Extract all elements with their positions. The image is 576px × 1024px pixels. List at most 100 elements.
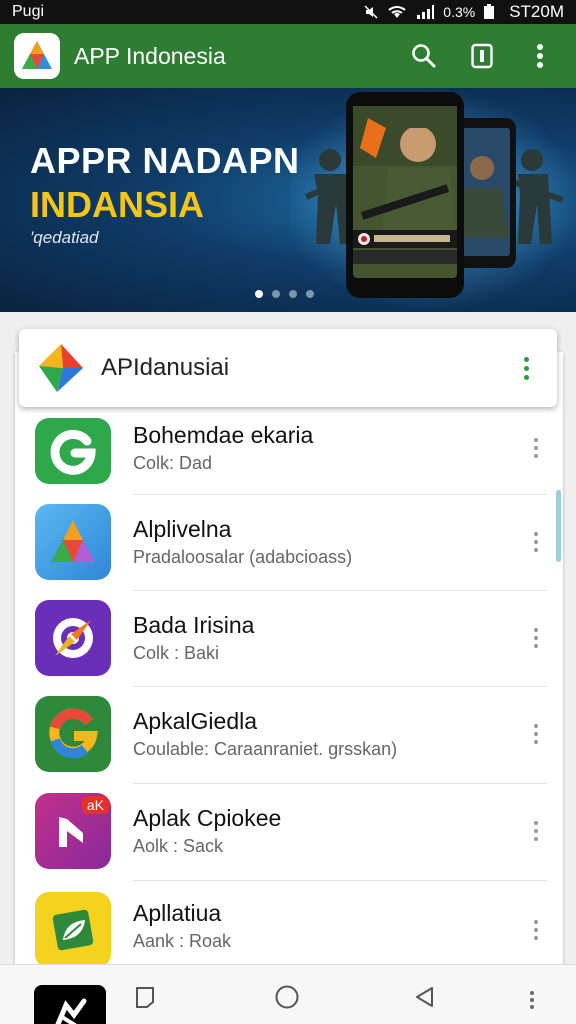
- menu-dot: [534, 936, 538, 940]
- menu-dot: [523, 365, 529, 371]
- featured-card[interactable]: APIdanusiai: [19, 329, 557, 407]
- nav-more-icon[interactable]: [530, 991, 534, 1009]
- app-logo-icon: [14, 33, 60, 79]
- menu-dot: [534, 446, 538, 450]
- leaf-card-icon: [35, 892, 111, 968]
- item-menu-button[interactable]: [521, 821, 551, 841]
- app-name: Aplak Cpiokee: [133, 805, 282, 831]
- bookmark-button[interactable]: [460, 34, 504, 78]
- menu-dot: [530, 991, 534, 995]
- g-logo-color-icon: [35, 696, 111, 772]
- banner-subtitle: 'qedatiad: [30, 228, 99, 247]
- featured-card-menu[interactable]: [511, 348, 541, 388]
- recents-button[interactable]: [131, 983, 159, 1011]
- app-name: Bada Irisina: [133, 612, 255, 638]
- menu-dot: [534, 829, 538, 833]
- menu-dot: [534, 548, 538, 552]
- status-left-text: Pugi: [12, 3, 45, 20]
- app-subtitle: Colk : Baki: [133, 643, 220, 663]
- badge: aK: [81, 796, 109, 814]
- home-button[interactable]: [273, 983, 301, 1011]
- banner-title-line1: APPR NADAPN: [30, 140, 300, 181]
- prism-logo-icon: [39, 344, 83, 392]
- app-subtitle: Aolk : Sack: [133, 836, 224, 856]
- battery-percent: 0.3%: [443, 4, 476, 20]
- list-item-texts: Bada Irisina Colk : Baki: [133, 610, 521, 666]
- status-icons: 0.3% ST20M: [363, 2, 564, 22]
- app-shortcut-icon[interactable]: [34, 985, 106, 1024]
- app-name: Bohemdae ekaria: [133, 422, 314, 448]
- item-menu-button[interactable]: [521, 920, 551, 940]
- triangle-logo-icon: [35, 504, 111, 580]
- status-time: ST20M: [509, 2, 564, 21]
- item-menu-button[interactable]: [521, 532, 551, 552]
- menu-dot: [534, 540, 538, 544]
- banner-phones-illustration: [290, 90, 576, 310]
- menu-dot: [534, 636, 538, 640]
- back-triangle-icon: [416, 987, 433, 1007]
- app-subtitle: Pradaloosalar (adabcioass): [133, 547, 353, 567]
- menu-dot: [530, 998, 534, 1002]
- menu-dot: [534, 644, 538, 648]
- app-bar: APP Indonesia: [0, 24, 576, 88]
- mute-icon: [363, 4, 379, 20]
- menu-dot: [534, 454, 538, 458]
- search-icon: [412, 44, 436, 68]
- banner-title-line2: INDANSIA: [30, 184, 205, 225]
- app-subtitle: Aank : Roak: [133, 931, 232, 951]
- menu-dot: [534, 920, 538, 924]
- item-menu-button[interactable]: [521, 628, 551, 648]
- menu-dot: [523, 374, 529, 380]
- menu-dot: [534, 732, 538, 736]
- carousel-dot-1[interactable]: [255, 290, 263, 298]
- screen: Pugi 0.3% ST20M APP Indonesia APPR NADAP…: [0, 0, 576, 1024]
- play-badge-icon: aK: [35, 793, 111, 869]
- list-item[interactable]: aK Aplak Cpiokee Aolk : Sack: [15, 783, 563, 879]
- carousel-dots[interactable]: [255, 290, 314, 298]
- carousel-dot-2[interactable]: [272, 290, 280, 298]
- item-menu-button[interactable]: [521, 724, 551, 744]
- app-name: Alplivelna: [133, 516, 232, 542]
- scrollbar-thumb[interactable]: [556, 490, 561, 562]
- battery-icon: [483, 4, 495, 20]
- bookmark-icon: [471, 43, 493, 69]
- list-item-texts: Alplivelna Pradaloosalar (adabcioass): [133, 514, 521, 570]
- menu-dot: [534, 821, 538, 825]
- list-item[interactable]: Bada Irisina Colk : Baki: [15, 590, 563, 686]
- menu-dot: [534, 837, 538, 841]
- status-bar: Pugi 0.3% ST20M: [0, 0, 576, 24]
- app-name: ApkalGiedla: [133, 708, 258, 734]
- compass-logo-icon: [35, 600, 111, 676]
- menu-dot: [534, 740, 538, 744]
- promo-banner[interactable]: APPR NADAPN INDANSIA 'qedatiad: [0, 88, 576, 312]
- menu-dot: [534, 928, 538, 932]
- featured-card-title: APIdanusiai: [101, 354, 230, 381]
- menu-dot: [530, 1005, 534, 1009]
- g-logo-green-icon: [35, 418, 111, 484]
- list-item-texts: ApkalGiedla Coulable: Caraanraniet. grss…: [133, 706, 521, 762]
- wifi-icon: [387, 4, 407, 20]
- list-item-texts: Aplak Cpiokee Aolk : Sack: [133, 803, 521, 859]
- carousel-dot-3[interactable]: [289, 290, 297, 298]
- list-item-texts: Apllatiua Aank : Roak: [133, 898, 521, 954]
- more-vertical-icon: [537, 44, 543, 68]
- list-item[interactable]: Apllatiua Aank : Roak: [15, 880, 563, 968]
- search-button[interactable]: [402, 34, 446, 78]
- item-menu-button[interactable]: [521, 438, 551, 458]
- signal-icon: [415, 4, 435, 20]
- back-button[interactable]: [410, 983, 438, 1011]
- carousel-dot-4[interactable]: [306, 290, 314, 298]
- home-circle-icon: [275, 985, 299, 1009]
- list-item[interactable]: ApkalGiedla Coulable: Caraanraniet. grss…: [15, 686, 563, 782]
- more-options-button[interactable]: [518, 34, 562, 78]
- list-item[interactable]: Alplivelna Pradaloosalar (adabcioass): [15, 494, 563, 590]
- app-subtitle: Colk: Dad: [133, 453, 213, 473]
- square-nav-icon: [136, 987, 154, 1008]
- menu-dot: [534, 532, 538, 536]
- menu-dot: [534, 438, 538, 442]
- system-nav-bar: [0, 964, 576, 1024]
- menu-dot: [534, 628, 538, 632]
- list-item[interactable]: Bohemdae ekaria Colk: Dad: [15, 410, 563, 494]
- app-title: APP Indonesia: [74, 42, 226, 69]
- app-subtitle: Coulable: Caraanraniet. grsskan): [133, 739, 398, 759]
